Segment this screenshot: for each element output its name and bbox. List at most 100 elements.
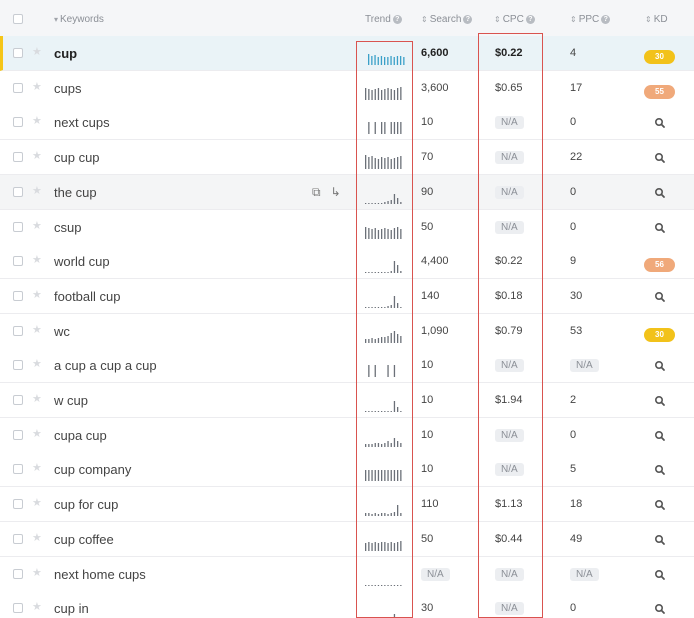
row-checkbox[interactable]	[13, 395, 23, 405]
keyword-text[interactable]: world cup	[54, 254, 110, 269]
keyword-text[interactable]: w cup	[54, 393, 88, 408]
keyword-text[interactable]: the cup	[54, 185, 97, 200]
magnifier-icon[interactable]	[654, 463, 666, 476]
row-checkbox[interactable]	[13, 117, 23, 128]
keyword-text[interactable]: a cup a cup a cup	[54, 358, 157, 373]
row-checkbox[interactable]	[13, 533, 23, 544]
star-icon[interactable]: ★	[32, 114, 42, 127]
star-icon[interactable]: ★	[32, 531, 42, 544]
keyword-text[interactable]: next cups	[54, 115, 110, 130]
row-checkbox[interactable]	[13, 152, 23, 163]
trend-bar	[377, 272, 380, 274]
keyword-text[interactable]: cup company	[54, 462, 131, 477]
row-checkbox[interactable]	[13, 568, 23, 579]
table-row[interactable]: ★ the cup ⧉ ↳ 90 N/A 0	[0, 174, 694, 210]
table-row[interactable]: ★ cup cup 70 N/A 22	[0, 140, 694, 176]
trend-bar	[374, 227, 376, 239]
magnifier-icon[interactable]	[654, 394, 666, 406]
row-checkbox[interactable]	[13, 290, 23, 301]
keyword-text[interactable]: cup	[54, 46, 77, 61]
table-row[interactable]: ★ cup coffee 50 $0.44 49	[0, 521, 694, 557]
keyword-text[interactable]: cups	[54, 81, 81, 96]
trend-bar	[397, 333, 399, 343]
row-checkbox[interactable]	[13, 186, 23, 197]
star-icon[interactable]: ★	[32, 600, 42, 613]
star-icon[interactable]: ★	[32, 219, 42, 232]
help-icon[interactable]: ?	[463, 15, 473, 24]
row-checkbox[interactable]	[13, 464, 23, 475]
star-icon[interactable]: ★	[32, 149, 42, 162]
column-kd[interactable]: ⇕ KD	[645, 14, 668, 25]
magnifier-icon[interactable]	[654, 568, 666, 580]
trend-bar	[397, 265, 399, 274]
star-icon[interactable]: ★	[32, 184, 42, 197]
sort-arrows-icon: ⇕	[570, 15, 577, 24]
trend-sparkline	[364, 148, 404, 170]
help-icon[interactable]: ?	[525, 15, 535, 24]
magnifier-icon[interactable]	[654, 429, 666, 441]
row-checkbox[interactable]	[13, 429, 23, 440]
table-row[interactable]: ★ world cup 4,400 $0.22 9 56	[0, 244, 694, 280]
star-icon[interactable]: ★	[32, 392, 42, 405]
star-icon[interactable]: ★	[32, 357, 42, 370]
keyword-text[interactable]: cup in	[54, 601, 89, 616]
column-keywords[interactable]: ▾ Keywords	[54, 14, 104, 25]
keyword-text[interactable]: wc	[54, 324, 70, 339]
table-row[interactable]: ★ csup 50 N/A 0	[0, 209, 694, 245]
table-row[interactable]: ★ cups 3,600 $0.65 17 55	[0, 70, 694, 106]
star-icon[interactable]: ★	[32, 566, 42, 579]
row-checkbox[interactable]	[13, 82, 23, 93]
table-row[interactable]: ★ cup company 10 N/A 5	[0, 452, 694, 488]
magnifier-icon[interactable]	[654, 359, 666, 372]
keyword-text[interactable]: cup cup	[54, 150, 100, 165]
magnifier-icon[interactable]	[654, 186, 666, 198]
table-row[interactable]: ★ football cup 140 $0.18 30	[0, 278, 694, 314]
trend-bar	[381, 306, 383, 308]
table-row[interactable]: ★ cup for cup 110 $1.13 18	[0, 487, 694, 523]
star-icon[interactable]: ★	[32, 80, 42, 93]
star-icon[interactable]: ★	[32, 45, 42, 58]
help-icon[interactable]: ?	[392, 15, 402, 24]
magnifier-icon[interactable]	[654, 151, 666, 163]
table-row[interactable]: ★ w cup 10 $1.94 2	[0, 383, 694, 418]
select-all-checkbox[interactable]	[13, 14, 23, 24]
keyword-text[interactable]: next home cups	[54, 567, 146, 582]
star-icon[interactable]: ★	[32, 461, 42, 474]
table-row[interactable]: ★ next home cups N/A N/A N/A	[0, 556, 694, 592]
column-ppc[interactable]: ⇕ PPC?	[570, 14, 611, 25]
row-checkbox[interactable]	[13, 48, 23, 58]
row-checkbox[interactable]	[13, 499, 23, 510]
keyword-text[interactable]: cup coffee	[54, 532, 114, 547]
table-row[interactable]: ★ cup 6,600 $0.22 4 30	[0, 36, 694, 71]
row-checkbox[interactable]	[13, 221, 23, 232]
table-row[interactable]: ★ cupa cup 10 N/A 0	[0, 417, 694, 453]
table-row[interactable]: ★ next cups 10 N/A 0	[0, 105, 694, 141]
keyword-text[interactable]: csup	[54, 220, 81, 235]
table-row[interactable]: ★ wc 1,090 $0.79 53 30	[0, 313, 694, 349]
star-icon[interactable]: ★	[32, 253, 42, 266]
star-icon[interactable]: ★	[32, 288, 42, 301]
magnifier-icon[interactable]	[654, 221, 666, 233]
column-cpc[interactable]: ⇕ CPC?	[494, 14, 535, 25]
column-search[interactable]: ⇕ Search?	[421, 14, 473, 25]
magnifier-icon[interactable]	[654, 602, 666, 615]
keyword-text[interactable]: cupa cup	[54, 428, 107, 443]
magnifier-icon[interactable]	[654, 116, 666, 129]
row-checkbox[interactable]	[13, 603, 23, 614]
keyword-text[interactable]: football cup	[54, 289, 121, 304]
table-row[interactable]: ★ cup in 30 N/A 0	[0, 591, 694, 618]
row-checkbox[interactable]	[13, 360, 23, 371]
magnifier-icon[interactable]	[654, 498, 666, 510]
keyword-text[interactable]: cup for cup	[54, 497, 118, 512]
share-arrow-icon[interactable]: ↳	[331, 185, 341, 199]
help-icon[interactable]: ?	[601, 15, 611, 24]
row-checkbox[interactable]	[13, 325, 23, 336]
copy-icon[interactable]: ⧉	[312, 185, 321, 199]
magnifier-icon[interactable]	[654, 533, 666, 545]
table-row[interactable]: ★ a cup a cup a cup 10 N/A N/A	[0, 348, 694, 384]
magnifier-icon[interactable]	[654, 290, 666, 302]
star-icon[interactable]: ★	[32, 323, 42, 336]
row-checkbox[interactable]	[13, 256, 23, 267]
star-icon[interactable]: ★	[32, 496, 42, 509]
star-icon[interactable]: ★	[32, 427, 42, 440]
